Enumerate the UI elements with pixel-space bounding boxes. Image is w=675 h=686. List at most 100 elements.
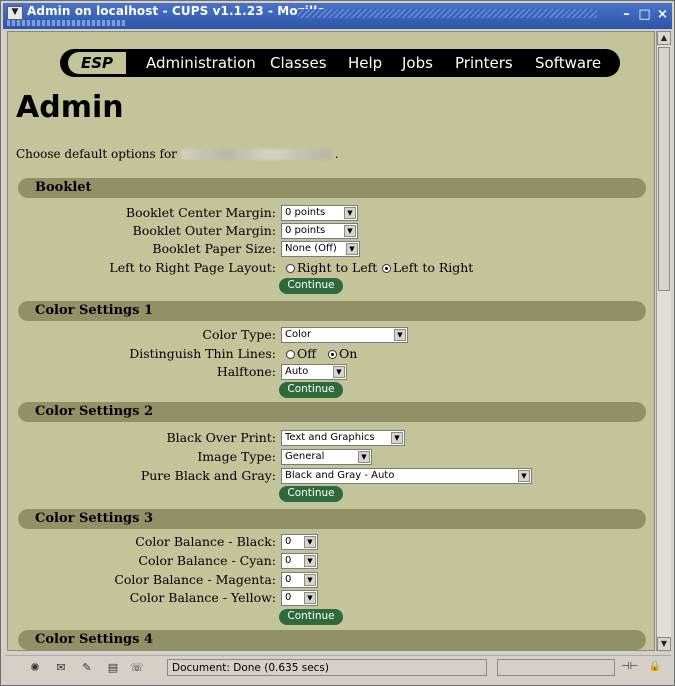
section-title: Color Settings 3 [35,511,154,526]
chevron-down-icon: ▼ [358,451,370,463]
select-value: Auto [285,366,309,377]
composer-icon[interactable]: ✎ [79,661,95,675]
minimize-button[interactable]: – [620,8,633,22]
chevron-down-icon: ▼ [391,432,403,444]
nav-software[interactable]: Software [535,54,601,72]
radio-label-left-to-right: Left to Right [393,260,474,275]
select-booklet-paper-size[interactable]: None (Off) ▼ [281,241,360,257]
continue-button-color-settings-2[interactable]: Continue [279,486,343,502]
select-value: Color [285,329,312,340]
nav-bar: ESP Administration Classes Help Jobs Pri… [60,49,620,77]
label-color-type: Color Type: [202,327,276,342]
section-title: Color Settings 2 [35,404,154,419]
scroll-up-icon[interactable]: ▲ [657,31,671,45]
radio-thin-lines-on[interactable] [328,350,337,359]
select-booklet-center-margin[interactable]: 0 points ▼ [281,205,358,221]
window-menu-icon[interactable]: ▼ [7,6,23,20]
continue-button-color-settings-1[interactable]: Continue [279,382,343,398]
nav-administration[interactable]: Administration [146,54,256,72]
chevron-down-icon: ▼ [333,366,345,378]
vertical-scrollbar[interactable]: ▲ ▼ [656,31,671,651]
close-button[interactable]: × [656,8,669,22]
section-header-color-settings-1: Color Settings 1 [18,301,646,321]
section-title: Booklet [35,180,92,195]
radio-label-on: On [339,346,358,361]
select-booklet-outer-margin[interactable]: 0 points ▼ [281,223,358,239]
label-color-balance-cyan: Color Balance - Cyan: [138,553,276,568]
label-distinguish-thin-lines: Distinguish Thin Lines: [129,346,276,361]
chevron-down-icon: ▼ [304,536,316,548]
navigator-icon[interactable]: ✺ [27,661,43,675]
label-pure-black-and-gray: Pure Black and Gray: [140,468,276,483]
esp-logo[interactable]: ESP [68,52,126,74]
intro-text: Choose default options for. [16,147,339,161]
nav-jobs[interactable]: Jobs [402,54,433,72]
label-image-type: Image Type: [197,449,276,464]
label-booklet-center-margin: Booklet Center Margin: [125,205,276,220]
status-text: Document: Done (0.635 secs) [167,659,487,676]
chevron-down-icon: ▼ [518,470,530,482]
chevron-down-icon: ▼ [304,574,316,586]
section-header-color-settings-4: Color Settings 4 [18,630,646,650]
chevron-down-icon: ▼ [346,243,358,255]
irc-chat-icon[interactable]: ☏ [129,661,145,675]
select-value: 0 points [285,207,326,218]
label-color-balance-yellow: Color Balance - Yellow: [129,590,276,605]
online-status-icon[interactable]: ⊣⊢ [621,660,638,675]
maximize-button[interactable]: □ [638,8,651,22]
select-color-balance-black[interactable]: 0 ▼ [281,534,318,550]
section-header-color-settings-2: Color Settings 2 [18,402,646,422]
title-bar[interactable]: ▼ Admin on localhost - CUPS v1.1.23 - Mo… [3,3,672,29]
title-bar-texture [297,9,597,18]
radio-left-to-right[interactable] [382,264,391,273]
chevron-down-icon: ▼ [344,225,356,237]
window-title: Admin on localhost - CUPS v1.1.23 - Mozi… [27,4,326,18]
select-color-balance-cyan[interactable]: 0 ▼ [281,553,318,569]
radio-right-to-left[interactable] [286,264,295,273]
select-value: 0 [285,592,292,603]
nav-help[interactable]: Help [348,54,382,72]
label-black-over-print: Black Over Print: [166,430,276,445]
scroll-down-icon[interactable]: ▼ [657,637,671,651]
intro-suffix: . [334,147,339,161]
section-header-booklet: Booklet [18,178,646,198]
address-book-icon[interactable]: ▤ [105,661,121,675]
mail-icon[interactable]: ✉ [53,661,69,675]
nav-printers[interactable]: Printers [455,54,513,72]
select-black-over-print[interactable]: Text and Graphics ▼ [281,430,405,446]
nav-classes[interactable]: Classes [270,54,327,72]
radio-thin-lines-off[interactable] [286,350,295,359]
section-header-color-settings-3: Color Settings 3 [18,509,646,529]
select-value: None (Off) [285,243,337,254]
select-value: 0 [285,555,292,566]
security-lock-icon[interactable]: 🔒 [647,660,663,675]
title-bar-tabs-strip [7,20,125,26]
select-halftone[interactable]: Auto ▼ [281,364,347,380]
label-booklet-outer-margin: Booklet Outer Margin: [132,223,276,238]
select-value: General [285,451,325,462]
continue-button-booklet[interactable]: Continue [279,278,343,294]
select-value: 0 [285,536,292,547]
status-bar: ✺ ✉ ✎ ▤ ☏ Document: Done (0.635 secs) ⊣⊢… [5,655,671,681]
radio-label-off: Off [297,346,317,361]
progress-bar [497,659,615,676]
radio-label-right-to-left: Right to Left [297,260,378,275]
page-viewport: ESP Administration Classes Help Jobs Pri… [7,31,655,651]
select-color-balance-magenta[interactable]: 0 ▼ [281,572,318,588]
label-color-balance-black: Color Balance - Black: [135,534,276,549]
continue-button-color-settings-3[interactable]: Continue [279,609,343,625]
label-halftone: Halftone: [216,364,276,379]
chevron-down-icon: ▼ [304,592,316,604]
select-pure-black-and-gray[interactable]: Black and Gray - Auto ▼ [281,468,532,484]
section-title: Color Settings 1 [35,303,154,318]
scrollbar-thumb[interactable] [658,47,670,291]
label-left-to-right-page-layout: Left to Right Page Layout: [109,260,276,275]
select-value: 0 [285,574,292,585]
select-image-type[interactable]: General ▼ [281,449,372,465]
select-color-type[interactable]: Color ▼ [281,327,408,343]
chevron-down-icon: ▼ [394,329,406,341]
select-value: 0 points [285,225,326,236]
select-color-balance-yellow[interactable]: 0 ▼ [281,590,318,606]
page-title: Admin [16,90,124,125]
label-color-balance-magenta: Color Balance - Magenta: [114,572,276,587]
